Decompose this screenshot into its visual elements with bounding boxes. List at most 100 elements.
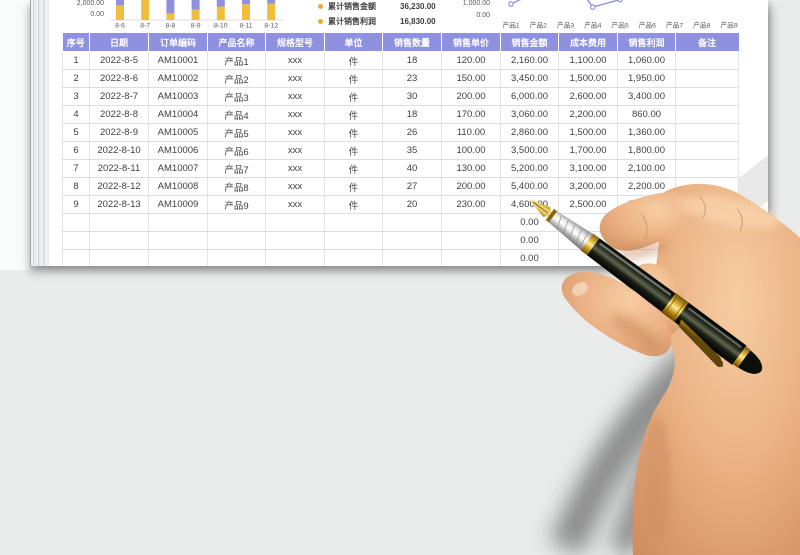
table-cell[interactable]: 6 (62, 141, 90, 160)
table-cell[interactable]: 4 (62, 105, 90, 124)
table-cell[interactable] (265, 213, 325, 232)
column-header[interactable]: 产品名称 (207, 33, 266, 52)
table-cell[interactable]: 3 (62, 87, 90, 106)
table-cell[interactable] (675, 87, 739, 106)
table-cell[interactable]: 产品4 (207, 105, 266, 124)
table-cell[interactable]: 6,000.00 (500, 87, 559, 106)
bar-segment-amount[interactable] (116, 0, 124, 6)
bar-segment-amount[interactable] (242, 0, 250, 5)
line-marker[interactable] (508, 1, 514, 7)
table-cell[interactable]: 200.00 (441, 87, 501, 106)
table-cell[interactable]: 产品7 (207, 159, 266, 178)
table-cell[interactable]: 1,950.00 (617, 69, 676, 88)
table-cell[interactable]: 2022-8-10 (89, 141, 149, 160)
table-cell[interactable]: 2022-8-6 (89, 69, 149, 88)
column-header[interactable]: 订单编码 (148, 33, 208, 52)
column-header[interactable]: 日期 (89, 33, 149, 52)
table-cell[interactable] (324, 231, 383, 250)
table-cell[interactable]: AM10005 (148, 123, 208, 142)
table-cell[interactable]: 2022-8-5 (89, 51, 149, 70)
bar-segment-profit[interactable] (191, 9, 200, 20)
table-cell[interactable]: 2,600.00 (558, 87, 618, 106)
table-cell[interactable]: 8 (62, 177, 90, 196)
table-cell[interactable]: 件 (324, 51, 383, 70)
table-cell[interactable]: 7 (62, 159, 90, 178)
table-cell[interactable]: 产品5 (207, 123, 266, 142)
bar-segment-profit[interactable] (116, 5, 124, 20)
table-cell[interactable] (207, 231, 266, 250)
table-cell[interactable]: 产品2 (207, 69, 266, 88)
bar-segment-profit[interactable] (216, 6, 225, 21)
legend-item-sales-profit[interactable]: 累计销售利润 16,830.00 (318, 15, 436, 27)
table-cell[interactable]: 2022-8-13 (89, 195, 149, 214)
table-cell[interactable] (148, 231, 208, 250)
table-cell[interactable]: AM10008 (148, 177, 208, 196)
table-cell[interactable]: xxx (265, 123, 325, 142)
table-cell[interactable]: 件 (324, 195, 383, 214)
table-cell[interactable] (89, 231, 149, 250)
table-cell[interactable]: 150.00 (441, 69, 501, 88)
column-header[interactable]: 销售金额 (500, 33, 559, 52)
table-cell[interactable]: AM10004 (148, 105, 208, 124)
table-cell[interactable] (89, 249, 149, 266)
table-cell[interactable] (207, 249, 266, 266)
column-header[interactable]: 销售单价 (441, 33, 501, 52)
column-header[interactable]: 销售数量 (382, 33, 442, 52)
table-cell[interactable]: 1,500.00 (558, 69, 618, 88)
table-cell[interactable]: AM10001 (148, 51, 208, 70)
bar-segment-profit[interactable] (242, 4, 250, 20)
column-header[interactable]: 销售利润 (617, 33, 676, 52)
bar-segment-amount[interactable] (216, 0, 225, 7)
table-cell[interactable]: 产品1 (207, 51, 266, 70)
table-cell[interactable] (62, 213, 90, 232)
profit-line-chart[interactable]: 产品1 产品2 产品3 产品4 产品5 产品6 产品7 产品8 产品9 (498, 0, 768, 30)
table-cell[interactable]: xxx (265, 159, 325, 178)
sales-bar-chart[interactable]: 8-6 8-7 8-8 8-9 8-10 8-11 8-12 (108, 0, 288, 30)
column-header[interactable]: 规格型号 (265, 33, 325, 52)
table-cell[interactable] (207, 213, 266, 232)
table-cell[interactable]: 18 (382, 51, 442, 70)
table-cell[interactable]: 1,100.00 (558, 51, 618, 70)
table-cell[interactable]: AM10006 (148, 141, 208, 160)
table-cell[interactable]: xxx (265, 51, 325, 70)
table-cell[interactable]: xxx (265, 141, 325, 160)
table-cell[interactable]: 2022-8-7 (89, 87, 149, 106)
table-cell[interactable] (324, 249, 383, 266)
table-cell[interactable]: 120.00 (441, 51, 501, 70)
line-marker[interactable] (589, 4, 596, 10)
column-header[interactable]: 单位 (324, 33, 383, 52)
table-cell[interactable]: 3,450.00 (500, 69, 559, 88)
table-cell[interactable]: 件 (324, 141, 383, 160)
table-cell[interactable]: 23 (382, 69, 442, 88)
table-cell[interactable]: xxx (265, 105, 325, 124)
table-cell[interactable]: 1,060.00 (617, 51, 676, 70)
table-cell[interactable]: 件 (324, 123, 383, 142)
table-cell[interactable] (675, 69, 739, 88)
table-cell[interactable]: AM10009 (148, 195, 208, 214)
table-cell[interactable]: 3,400.00 (617, 87, 676, 106)
table-cell[interactable] (62, 249, 90, 266)
table-cell[interactable]: 产品3 (207, 87, 266, 106)
table-cell[interactable]: xxx (265, 87, 325, 106)
table-cell[interactable] (675, 51, 739, 70)
bar-segment-profit[interactable] (267, 3, 276, 21)
column-header[interactable]: 成本费用 (558, 33, 618, 52)
bar-segment-amount[interactable] (267, 0, 276, 4)
table-cell[interactable]: xxx (265, 69, 325, 88)
table-cell[interactable]: 2 (62, 69, 90, 88)
table-cell[interactable]: AM10007 (148, 159, 208, 178)
table-cell[interactable]: 件 (324, 87, 383, 106)
table-cell[interactable] (89, 213, 149, 232)
table-cell[interactable]: 5 (62, 123, 90, 142)
table-cell[interactable]: 2022-8-11 (89, 159, 149, 178)
legend-item-sales-amount[interactable]: 累计销售金额 36,230.00 (318, 0, 436, 12)
bar-segment-amount[interactable] (191, 0, 200, 10)
table-cell[interactable] (148, 213, 208, 232)
line-marker[interactable] (617, 0, 623, 3)
table-cell[interactable] (324, 213, 383, 232)
table-cell[interactable]: 件 (324, 69, 383, 88)
table-cell[interactable]: AM10002 (148, 69, 208, 88)
column-header[interactable]: 备注 (675, 33, 739, 52)
table-cell[interactable]: AM10003 (148, 87, 208, 106)
table-cell[interactable]: 件 (324, 177, 383, 196)
